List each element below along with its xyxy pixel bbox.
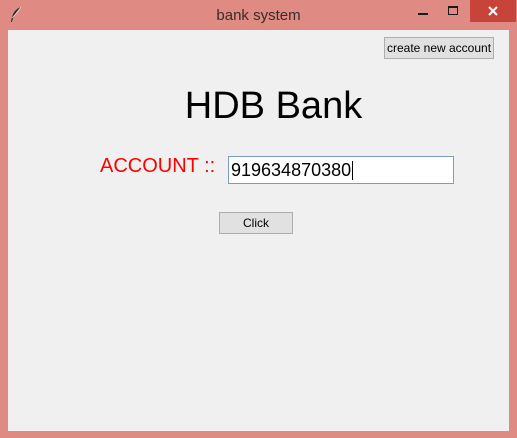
click-button[interactable]: Click — [219, 212, 293, 234]
bank-title: HDB Bank — [184, 85, 363, 127]
account-label: ACCOUNT :: — [100, 155, 216, 177]
text-caret — [352, 160, 354, 180]
minimize-icon — [418, 13, 428, 15]
close-button[interactable] — [470, 0, 516, 22]
minimize-button[interactable] — [408, 0, 438, 22]
title-bar[interactable]: bank system — [0, 0, 517, 30]
close-icon — [488, 6, 498, 16]
maximize-button[interactable] — [438, 0, 468, 22]
create-new-account-button[interactable]: create new account — [384, 37, 494, 59]
account-input-value: 919634870380 — [231, 159, 352, 180]
maximize-icon — [448, 6, 458, 15]
app-window: bank system create new account HDB Bank … — [0, 0, 517, 438]
account-input[interactable]: 919634870380 — [228, 156, 454, 184]
client-area: create new account HDB Bank ACCOUNT :: 9… — [8, 30, 509, 431]
